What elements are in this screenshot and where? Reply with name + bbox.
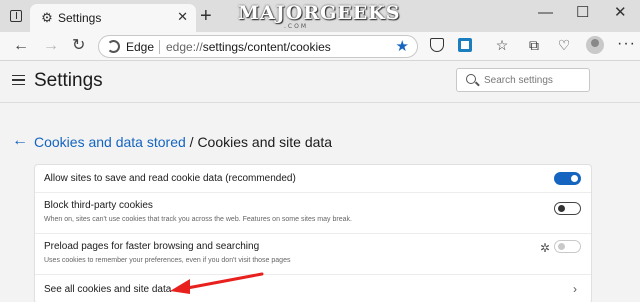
address-bar[interactable]: Edge edge://settings/content/cookies ★ bbox=[98, 35, 418, 58]
allow-cookies-toggle[interactable] bbox=[554, 172, 581, 185]
shield-extension-icon[interactable] bbox=[430, 38, 444, 52]
back-button[interactable]: ← bbox=[13, 37, 29, 55]
refresh-button[interactable]: ↻ bbox=[72, 37, 85, 55]
search-icon bbox=[466, 74, 476, 84]
url-scheme: edge:// bbox=[166, 40, 203, 54]
profile-avatar[interactable] bbox=[586, 36, 604, 54]
setting-row-allow-cookies: Allow sites to save and read cookie data… bbox=[35, 165, 591, 193]
cookie-settings-card: Allow sites to save and read cookie data… bbox=[34, 164, 592, 302]
close-window-button[interactable]: ✕ bbox=[614, 3, 627, 23]
gear-icon: ⚙ bbox=[41, 10, 53, 25]
block-third-party-toggle[interactable] bbox=[554, 202, 581, 215]
setting-row-preload-pages: Preload pages for faster browsing and se… bbox=[35, 234, 591, 275]
breadcrumb: Cookies and data stored / Cookies and si… bbox=[34, 134, 332, 150]
settings-header: Settings bbox=[0, 61, 640, 103]
close-tab-button[interactable]: ✕ bbox=[177, 10, 188, 24]
browser-essentials-icon[interactable]: ♡ bbox=[557, 38, 571, 52]
forward-button[interactable]: → bbox=[43, 37, 59, 55]
edge-logo-icon bbox=[107, 40, 120, 53]
setting-row-block-third-party: Block third-party cookies When on, sites… bbox=[35, 193, 591, 234]
favorite-star-icon[interactable]: ★ bbox=[396, 37, 409, 55]
new-tab-button[interactable]: + bbox=[200, 6, 212, 26]
minimize-button[interactable]: — bbox=[538, 3, 553, 23]
url-path: settings/content/cookies bbox=[202, 40, 331, 54]
tab-actions-icon[interactable] bbox=[10, 10, 22, 22]
puzzle-extension-icon: ✲ bbox=[540, 241, 551, 255]
arrow-head bbox=[170, 279, 190, 294]
address-divider bbox=[159, 40, 160, 54]
setting-description: When on, sites can't use cookies that tr… bbox=[44, 216, 352, 223]
back-arrow-icon[interactable]: ← bbox=[12, 132, 28, 150]
tab-settings[interactable]: ⚙ Settings ✕ bbox=[30, 4, 196, 32]
site-label: Edge bbox=[126, 40, 155, 54]
more-menu-button[interactable]: ··· bbox=[617, 35, 636, 53]
extension-icon[interactable] bbox=[458, 38, 472, 52]
see-all-cookies-row[interactable]: See all cookies and site data › bbox=[35, 275, 591, 302]
tab-title: Settings bbox=[58, 11, 102, 25]
setting-label: Allow sites to save and read cookie data… bbox=[44, 173, 296, 184]
preload-pages-toggle bbox=[554, 240, 581, 253]
setting-label: Preload pages for faster browsing and se… bbox=[44, 241, 260, 252]
setting-label[interactable]: See all cookies and site data bbox=[44, 284, 171, 295]
watermark-text: MAJORGEEKS bbox=[238, 2, 401, 24]
page-title: Settings bbox=[34, 70, 103, 91]
collections-icon[interactable]: ⧉ bbox=[527, 38, 541, 52]
url-text[interactable]: edge://settings/content/cookies bbox=[166, 40, 331, 54]
breadcrumb-parent-link[interactable]: Cookies and data stored bbox=[34, 134, 186, 150]
watermark-logo: MAJORGEEKS .COM bbox=[238, 2, 400, 30]
setting-description: Uses cookies to remember your preference… bbox=[44, 257, 291, 264]
tab-strip: ⚙ Settings ✕ + MAJORGEEKS .COM — ☐ ✕ bbox=[0, 0, 640, 32]
arrow-shaft bbox=[180, 272, 264, 291]
address-toolbar: ← → ↻ Edge edge://settings/content/cooki… bbox=[0, 32, 640, 61]
watermark-subtext: .COM bbox=[284, 23, 308, 30]
breadcrumb-current: Cookies and site data bbox=[197, 134, 333, 150]
chevron-right-icon: › bbox=[573, 282, 577, 296]
hamburger-menu-icon[interactable] bbox=[12, 75, 25, 85]
search-box[interactable] bbox=[456, 68, 590, 92]
breadcrumb-separator: / bbox=[185, 134, 198, 150]
maximize-button[interactable]: ☐ bbox=[576, 3, 589, 23]
settings-content: ← Cookies and data stored / Cookies and … bbox=[0, 104, 640, 302]
setting-label: Block third-party cookies bbox=[44, 200, 153, 211]
browser-window: ⚙ Settings ✕ + MAJORGEEKS .COM — ☐ ✕ ← →… bbox=[0, 0, 640, 302]
favorites-icon[interactable]: ☆ bbox=[495, 38, 509, 52]
red-arrow-annotation bbox=[170, 272, 264, 294]
search-input[interactable] bbox=[484, 72, 584, 88]
